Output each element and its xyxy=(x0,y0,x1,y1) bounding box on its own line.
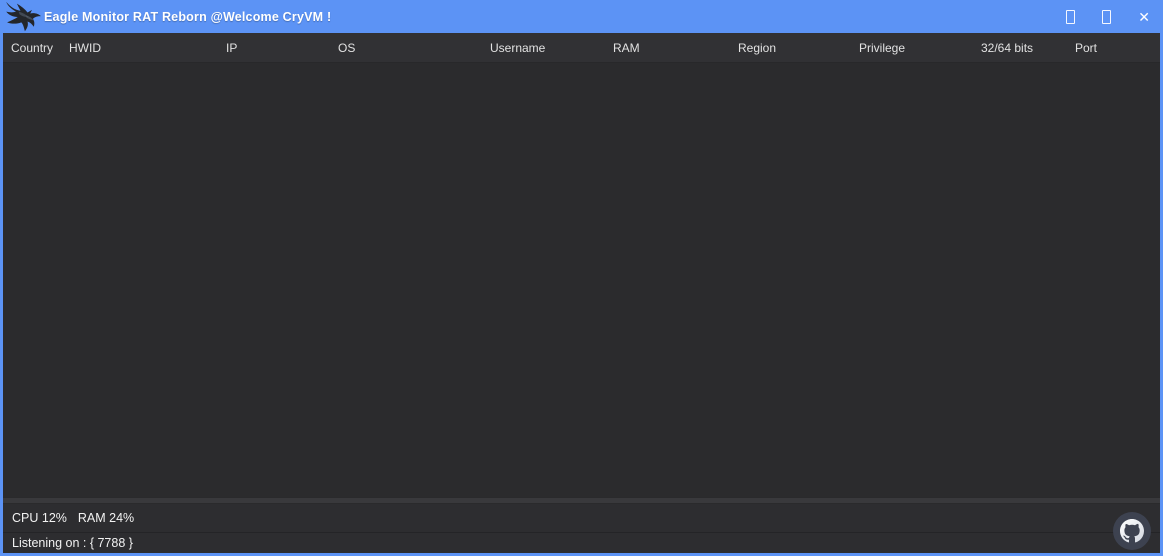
column-header-bits[interactable]: 32/64 bits xyxy=(981,41,1033,55)
app-window: Eagle Monitor RAT Reborn @Welcome CryVM … xyxy=(0,0,1163,556)
column-header-ram[interactable]: RAM xyxy=(613,41,640,55)
window-controls: ✕ xyxy=(1066,0,1150,33)
github-octocat-icon xyxy=(1120,519,1144,543)
column-header-country[interactable]: Country xyxy=(11,41,53,55)
close-button[interactable]: ✕ xyxy=(1138,10,1150,24)
resource-status-bar: CPU 12% RAM 24% xyxy=(3,504,1160,532)
client-list-area[interactable] xyxy=(3,63,1160,497)
column-header-region[interactable]: Region xyxy=(738,41,776,55)
window-title: Eagle Monitor RAT Reborn @Welcome CryVM … xyxy=(44,10,331,24)
listening-port-label: Listening on : { 7788 } xyxy=(12,536,133,550)
eagle-logo-icon xyxy=(4,1,44,33)
column-header-username[interactable]: Username xyxy=(490,41,545,55)
listening-status-bar: Listening on : { 7788 } xyxy=(3,532,1160,553)
column-header-hwid[interactable]: HWID xyxy=(69,41,101,55)
cpu-usage-label: CPU 12% xyxy=(12,511,67,525)
ram-usage-label: RAM 24% xyxy=(78,511,134,525)
column-header-ip[interactable]: IP xyxy=(226,41,237,55)
column-header-privilege[interactable]: Privilege xyxy=(859,41,905,55)
titlebar[interactable]: Eagle Monitor RAT Reborn @Welcome CryVM … xyxy=(0,0,1163,33)
column-header-os[interactable]: OS xyxy=(338,41,355,55)
column-header-port[interactable]: Port xyxy=(1075,41,1097,55)
minimize-button[interactable] xyxy=(1066,10,1075,24)
github-button[interactable] xyxy=(1113,512,1151,550)
horizontal-scrollbar-track[interactable] xyxy=(3,497,1160,504)
client-table-header: Country HWID IP OS Username RAM Region P… xyxy=(3,33,1160,63)
maximize-button[interactable] xyxy=(1102,10,1111,24)
